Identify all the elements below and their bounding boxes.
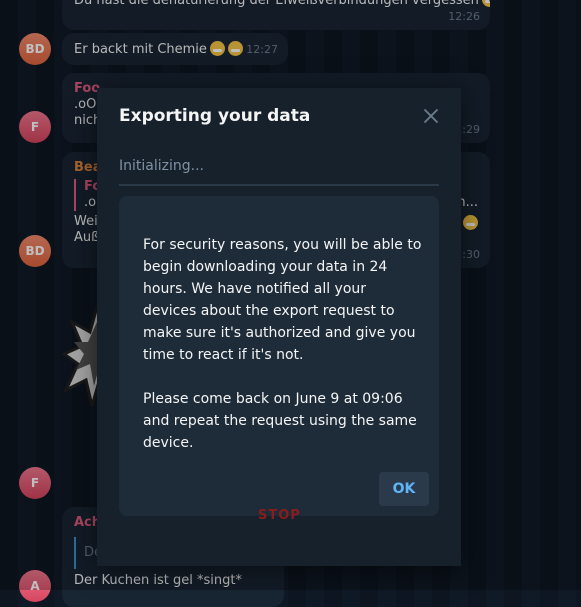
- info-paragraph: For security reasons, you will be able t…: [143, 237, 422, 363]
- info-panel: For security reasons, you will be able t…: [119, 196, 439, 516]
- progress-bar: [119, 184, 439, 186]
- sticker-caption: STOP: [258, 508, 301, 523]
- progress-label: Initializing...: [119, 158, 204, 174]
- dialog-title: Exporting your data: [119, 106, 311, 126]
- close-icon[interactable]: [421, 106, 441, 126]
- ok-button[interactable]: OK: [379, 472, 429, 506]
- info-text: For security reasons, you will be able t…: [143, 234, 423, 476]
- info-paragraph: Please come back on June 9 at 09:06 and …: [143, 391, 417, 451]
